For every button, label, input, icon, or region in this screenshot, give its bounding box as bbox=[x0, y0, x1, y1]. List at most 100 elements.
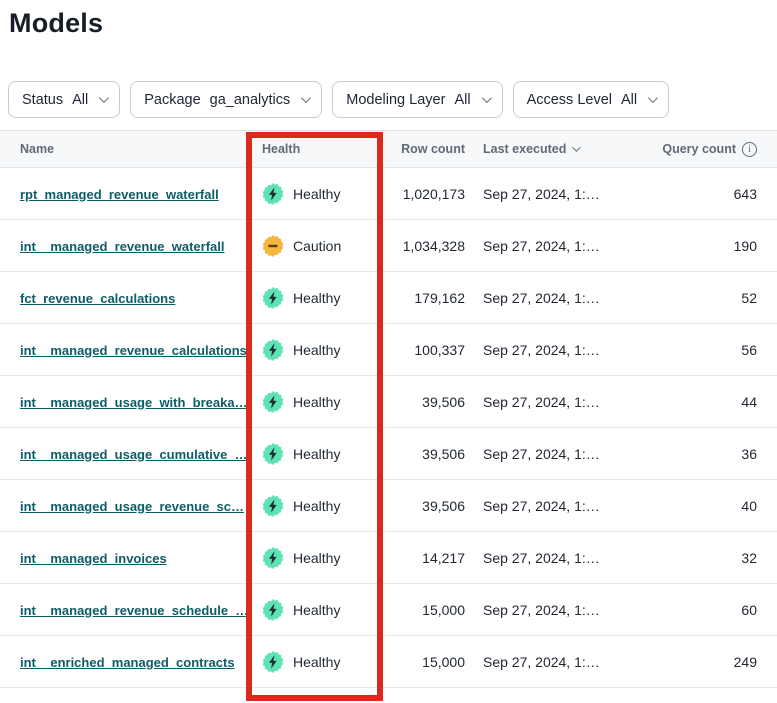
model-name-cell: int__managed_invoices bbox=[20, 550, 247, 566]
row-count-cell: 39,506 bbox=[383, 446, 470, 462]
table-row: int__managed_usage_cumulative_… Healthy … bbox=[0, 428, 777, 480]
last-executed-cell: Sep 27, 2024, 1:… bbox=[470, 238, 655, 254]
query-count-cell: 56 bbox=[655, 342, 757, 358]
last-executed-cell: Sep 27, 2024, 1:… bbox=[470, 342, 655, 358]
filter-label: Package bbox=[144, 92, 200, 108]
query-count-cell: 190 bbox=[655, 238, 757, 254]
health-label: Healthy bbox=[293, 602, 340, 618]
table-header-row: Name Health Row count Last executed Quer… bbox=[0, 130, 777, 168]
row-count-cell: 39,506 bbox=[383, 498, 470, 514]
caution-minus-badge-icon bbox=[262, 235, 284, 257]
model-name-cell: rpt_managed_revenue_waterfall bbox=[20, 186, 247, 202]
table-row: int__managed_revenue_waterfall Caution 1… bbox=[0, 220, 777, 272]
health-label: Healthy bbox=[293, 342, 340, 358]
last-executed-cell: Sep 27, 2024, 1:… bbox=[470, 186, 655, 202]
row-count-cell: 39,506 bbox=[383, 394, 470, 410]
health-label: Healthy bbox=[293, 290, 340, 306]
last-executed-cell: Sep 27, 2024, 1:… bbox=[470, 550, 655, 566]
health-label: Healthy bbox=[293, 186, 340, 202]
filter-bar: StatusAll Packagega_analytics Modeling L… bbox=[8, 81, 769, 118]
health-label: Healthy bbox=[293, 498, 340, 514]
last-executed-cell: Sep 27, 2024, 1:… bbox=[470, 290, 655, 306]
filter-value: ga_analytics bbox=[210, 92, 291, 108]
info-circle-icon[interactable]: i bbox=[742, 142, 757, 157]
models-table: Name Health Row count Last executed Quer… bbox=[0, 130, 777, 688]
chevron-down-icon bbox=[648, 93, 658, 103]
query-count-cell: 60 bbox=[655, 602, 757, 618]
health-cell: Healthy bbox=[247, 547, 383, 569]
column-header-query-count: Query counti bbox=[655, 142, 757, 157]
model-link[interactable]: fct_revenue_calculations bbox=[20, 291, 175, 306]
health-label: Healthy bbox=[293, 654, 340, 670]
model-link[interactable]: int__managed_revenue_waterfall bbox=[20, 239, 224, 254]
health-cell: Healthy bbox=[247, 495, 383, 517]
row-count-cell: 1,034,328 bbox=[383, 238, 470, 254]
model-link[interactable]: int__managed_usage_cumulative_… bbox=[20, 447, 247, 462]
filter-value: All bbox=[454, 92, 470, 108]
filter-value: All bbox=[621, 92, 637, 108]
table-row: int__managed_revenue_schedule_… Healthy … bbox=[0, 584, 777, 636]
model-link[interactable]: rpt_managed_revenue_waterfall bbox=[20, 187, 219, 202]
package-filter[interactable]: Package ga_analytics bbox=[130, 81, 322, 118]
last-executed-cell: Sep 27, 2024, 1:… bbox=[470, 602, 655, 618]
model-link[interactable]: int__enriched_managed_contracts bbox=[20, 655, 235, 670]
status-filter[interactable]: StatusAll bbox=[8, 81, 120, 118]
table-row: fct_revenue_calculations Healthy 179,162… bbox=[0, 272, 777, 324]
model-name-cell: int__enriched_managed_contracts bbox=[20, 654, 247, 670]
healthy-lightning-badge-icon bbox=[262, 495, 284, 517]
healthy-lightning-badge-icon bbox=[262, 183, 284, 205]
model-link[interactable]: int__managed_revenue_calculations bbox=[20, 343, 247, 358]
model-name-cell: int__managed_usage_revenue_sc… bbox=[20, 498, 247, 514]
table-body: rpt_managed_revenue_waterfall Healthy 1,… bbox=[0, 168, 777, 688]
filter-label: Status bbox=[22, 92, 63, 108]
table-row: int__managed_invoices Healthy 14,217 Sep… bbox=[0, 532, 777, 584]
healthy-lightning-badge-icon bbox=[262, 547, 284, 569]
chevron-down-icon bbox=[301, 93, 311, 103]
last-executed-cell: Sep 27, 2024, 1:… bbox=[470, 654, 655, 670]
health-cell: Healthy bbox=[247, 339, 383, 361]
query-count-cell: 44 bbox=[655, 394, 757, 410]
query-count-cell: 36 bbox=[655, 446, 757, 462]
model-link[interactable]: int__managed_revenue_schedule_… bbox=[20, 603, 247, 618]
column-header-name: Name bbox=[20, 142, 247, 156]
chevron-down-icon bbox=[482, 93, 492, 103]
health-label: Healthy bbox=[293, 446, 340, 462]
column-header-health: Health bbox=[247, 142, 383, 156]
query-count-cell: 52 bbox=[655, 290, 757, 306]
health-cell: Healthy bbox=[247, 287, 383, 309]
model-name-cell: int__managed_revenue_waterfall bbox=[20, 238, 247, 254]
filter-label: Access Level bbox=[527, 92, 612, 108]
last-executed-cell: Sep 27, 2024, 1:… bbox=[470, 498, 655, 514]
health-cell: Healthy bbox=[247, 183, 383, 205]
filter-label: Modeling Layer bbox=[346, 92, 445, 108]
model-name-cell: int__managed_usage_cumulative_… bbox=[20, 446, 247, 462]
healthy-lightning-badge-icon bbox=[262, 599, 284, 621]
row-count-cell: 100,337 bbox=[383, 342, 470, 358]
model-link[interactable]: int__managed_usage_with_breaka… bbox=[20, 395, 247, 410]
healthy-lightning-badge-icon bbox=[262, 339, 284, 361]
healthy-lightning-badge-icon bbox=[262, 443, 284, 465]
column-header-last-executed[interactable]: Last executed bbox=[470, 142, 655, 156]
health-label: Healthy bbox=[293, 550, 340, 566]
table-row: int__managed_revenue_calculations Health… bbox=[0, 324, 777, 376]
last-executed-cell: Sep 27, 2024, 1:… bbox=[470, 446, 655, 462]
row-count-cell: 14,217 bbox=[383, 550, 470, 566]
row-count-cell: 1,020,173 bbox=[383, 186, 470, 202]
row-count-cell: 15,000 bbox=[383, 602, 470, 618]
health-cell: Healthy bbox=[247, 443, 383, 465]
column-header-row-count: Row count bbox=[383, 142, 470, 156]
model-link[interactable]: int__managed_usage_revenue_sc… bbox=[20, 499, 244, 514]
table-row: rpt_managed_revenue_waterfall Healthy 1,… bbox=[0, 168, 777, 220]
sort-chevron-down-icon bbox=[573, 143, 581, 151]
modeling-layer-filter[interactable]: Modeling Layer All bbox=[332, 81, 502, 118]
access-level-filter[interactable]: Access Level All bbox=[513, 81, 670, 118]
table-row: int__managed_usage_revenue_sc… Healthy 3… bbox=[0, 480, 777, 532]
table-row: int__managed_usage_with_breaka… Healthy … bbox=[0, 376, 777, 428]
query-count-cell: 32 bbox=[655, 550, 757, 566]
model-name-cell: int__managed_usage_with_breaka… bbox=[20, 394, 247, 410]
last-executed-cell: Sep 27, 2024, 1:… bbox=[470, 394, 655, 410]
health-cell: Healthy bbox=[247, 599, 383, 621]
health-label: Healthy bbox=[293, 394, 340, 410]
model-name-cell: int__managed_revenue_schedule_… bbox=[20, 602, 247, 618]
model-link[interactable]: int__managed_invoices bbox=[20, 551, 167, 566]
